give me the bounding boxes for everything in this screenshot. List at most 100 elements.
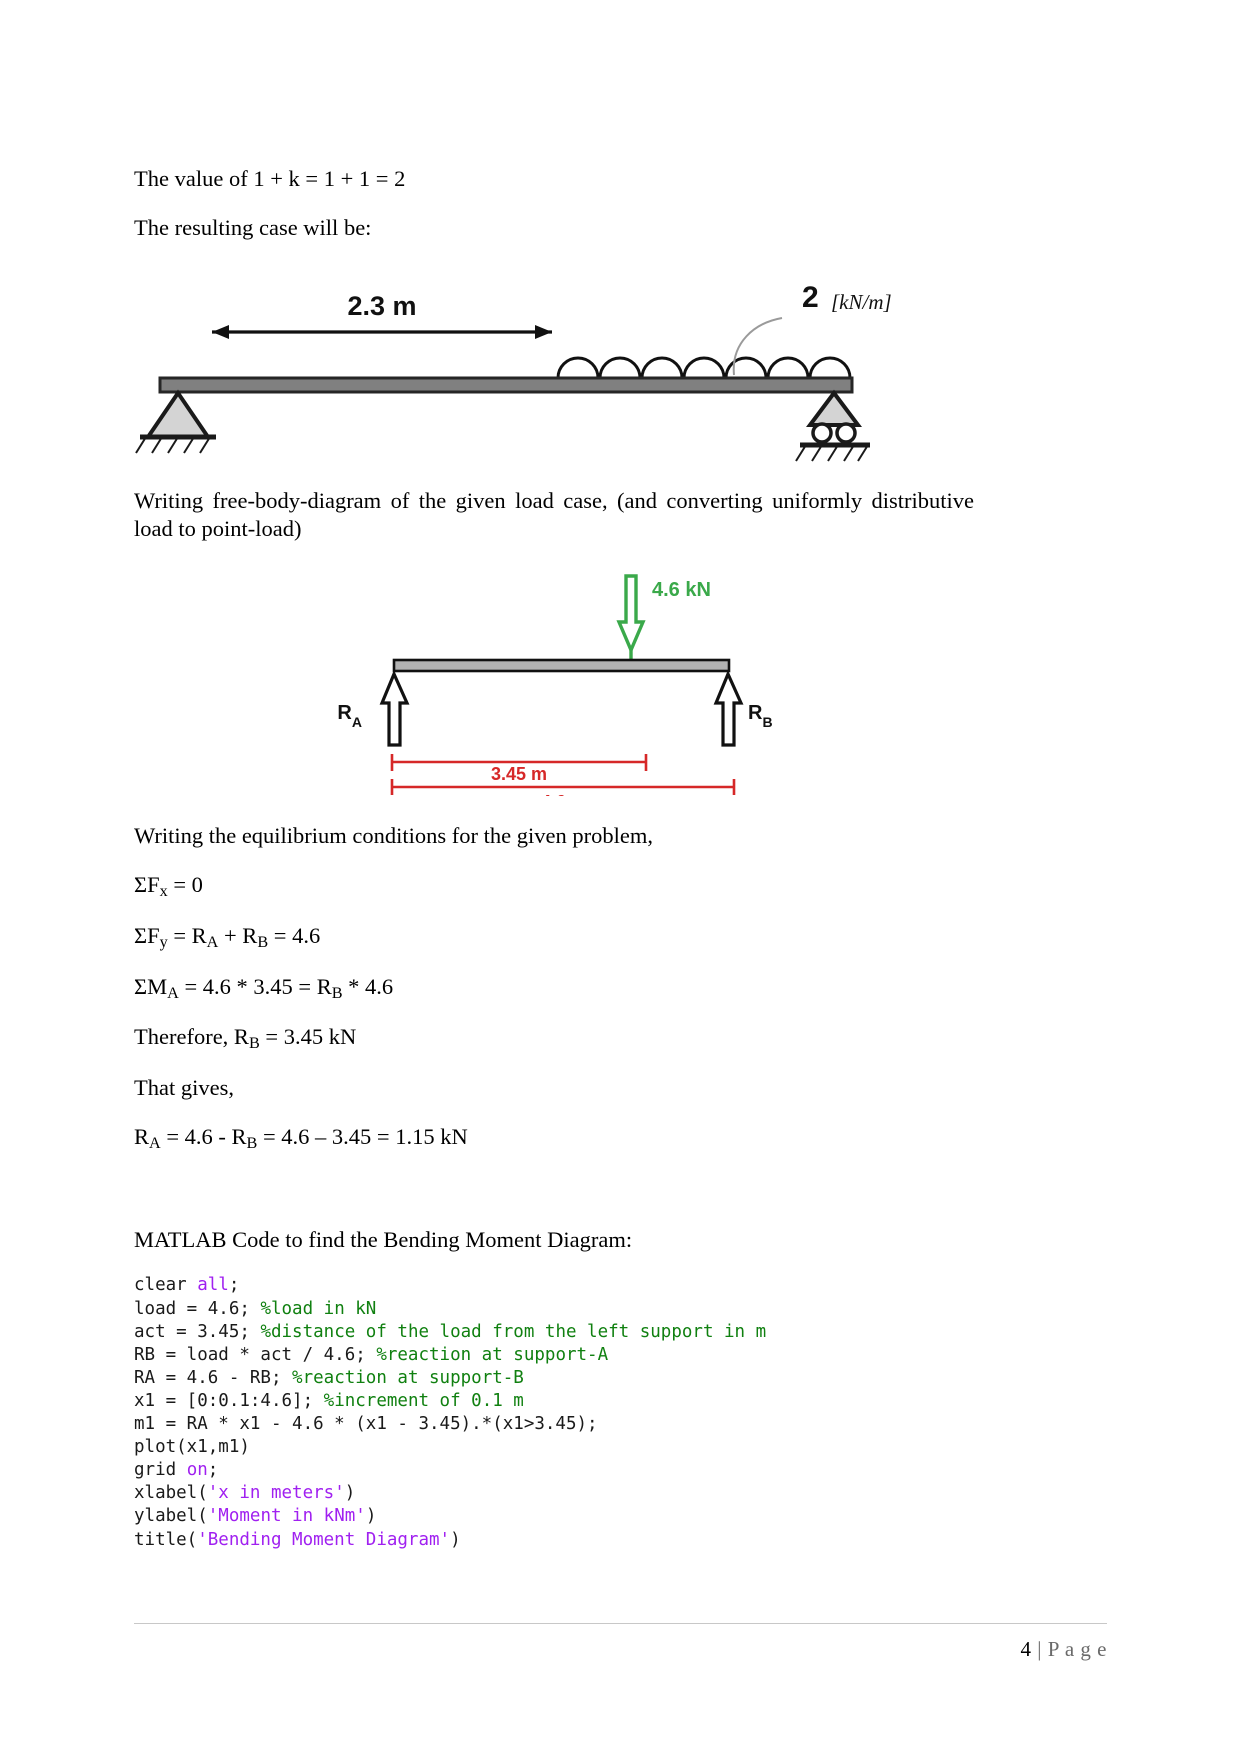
udl-arc-group <box>556 356 852 378</box>
document-page: The value of 1 + k = 1 + 1 = 2 The resul… <box>0 0 1241 1754</box>
eq-sum-ma-rest-b: * 4.6 <box>342 973 394 999</box>
eq-rb-pre: Therefore, R <box>134 1024 249 1050</box>
code-line: grid on; <box>134 1459 974 1482</box>
code-token: ylabel( <box>134 1506 208 1527</box>
figure-loaded-beam: 2.3 m 2 [kN/m] <box>134 265 974 465</box>
eq-sum-fx-sub: x <box>159 882 168 901</box>
paragraph-that-gives: That gives, <box>134 1075 234 1101</box>
code-token: act = 3.45; <box>134 1321 261 1342</box>
code-line: title('Bending Moment Diagram') <box>134 1529 974 1552</box>
code-token: ; <box>207 1460 219 1481</box>
code-token: grid <box>134 1460 187 1481</box>
code-token: x1 = [0:0.1:4.6]; <box>134 1390 324 1411</box>
code-token: ) <box>450 1529 461 1550</box>
eq-ra-sub-a: A <box>149 1133 161 1152</box>
code-token: %reaction at support-A <box>376 1344 609 1365</box>
eq-rb-post: = 3.45 kN <box>259 1024 357 1050</box>
code-line: ylabel('Moment in kNm') <box>134 1505 974 1528</box>
code-line: clear all; <box>134 1274 974 1297</box>
code-token: 'Moment in kNm' <box>207 1506 366 1527</box>
load-leader-line <box>732 316 783 375</box>
code-token: m1 = RA * x1 - 4.6 * (x1 - 3.45).*(x1>3.… <box>134 1414 598 1435</box>
eq-ra-pre: R <box>134 1123 150 1149</box>
eq-sum-fy-rest-a: = R <box>167 922 207 948</box>
code-token: ) <box>344 1483 356 1504</box>
equation-therefore-rb: Therefore, RB = 3.45 kN <box>134 1023 974 1054</box>
code-line: RA = 4.6 - RB; %reaction at support-B <box>134 1367 974 1390</box>
eq-sum-fy-rest-b: + R <box>218 922 258 948</box>
code-token: %load in kN <box>260 1298 377 1319</box>
paragraph-value-of-k: The value of 1 + k = 1 + 1 = 2 <box>134 166 406 191</box>
fbd-svg: 4.6 kN RA RB 3.45 m <box>337 574 773 796</box>
load-units-label: [kN/m] <box>831 290 892 314</box>
dimension-4-6m-label: 4.6 m <box>541 792 587 796</box>
eq-sum-fy-sub: y <box>159 932 168 951</box>
eq-sum-ma-rest-a: = 4.6 * 3.45 = R <box>178 973 332 999</box>
eq-sum-fy-sub-b: B <box>257 932 269 951</box>
code-token: ; <box>228 1275 240 1296</box>
equation-sum-fx: ΣFx = 0 <box>134 871 974 902</box>
reaction-a-label: RA <box>337 702 362 730</box>
code-token: load = 4.6; <box>134 1298 261 1319</box>
matlab-code-block: clear all; load = 4.6; %load in kN act = 3… <box>134 1274 974 1551</box>
eq-sum-fx-sigma: ΣF <box>134 871 160 897</box>
load-magnitude-label: 2 <box>802 281 819 314</box>
code-token: 'Bending Moment Diagram' <box>197 1529 451 1550</box>
equation-sum-ma: ΣMA = 4.6 * 3.45 = RB * 4.6 <box>134 973 974 1004</box>
code-line: m1 = RA * x1 - 4.6 * (x1 - 3.45).*(x1>3.… <box>134 1413 974 1436</box>
reaction-b-arrow <box>713 670 744 747</box>
fbd-beam-bar <box>392 658 731 673</box>
code-line: act = 3.45; %distance of the load from t… <box>134 1321 974 1344</box>
dimension-label-2-3m: 2.3 m <box>347 291 416 321</box>
code-token: clear <box>134 1275 198 1296</box>
eq-sum-ma-sub-a: B <box>331 983 343 1002</box>
eq-sum-fy-sub-a: A <box>206 932 219 951</box>
reaction-b-label: RB <box>748 702 773 730</box>
code-token: all <box>197 1275 229 1296</box>
eq-sum-fx-rest: = 0 <box>167 871 203 897</box>
code-line: x1 = [0:0.1:4.6]; %increment of 0.1 m <box>134 1390 974 1413</box>
code-token: %reaction at support-B <box>292 1367 524 1388</box>
eq-sum-ma-sub: A <box>167 983 179 1002</box>
code-line: load = 4.6; %load in kN <box>134 1298 974 1321</box>
code-token: on <box>186 1460 208 1481</box>
point-load-label: 4.6 kN <box>652 579 711 601</box>
eq-ra-mid: = 4.6 - R <box>160 1123 247 1149</box>
code-token: RB = load * act / 4.6; <box>134 1344 377 1365</box>
equation-ra-result: RA = 4.6 - RB = 4.6 – 3.45 = 1.15 kN <box>134 1123 974 1154</box>
code-token: %distance of the load from the left supp… <box>260 1321 767 1342</box>
pin-support-left <box>135 389 216 454</box>
reaction-a-arrow <box>379 670 410 747</box>
eq-ra-sub-b: B <box>246 1133 258 1152</box>
point-load-arrow <box>616 574 646 665</box>
eq-sum-fy-sigma: ΣF <box>134 922 160 948</box>
code-token: RA = 4.6 - RB; <box>134 1367 293 1388</box>
paragraph-resulting-case: The resulting case will be: <box>134 214 372 240</box>
page-content: The value of 1 + k = 1 + 1 = 2 The resul… <box>134 165 974 1552</box>
dimension-arrow-2-3m <box>212 324 552 339</box>
eq-ra-post: = 4.6 – 3.45 = 1.15 kN <box>257 1123 468 1149</box>
eq-sum-fy-rest-c: = 4.6 <box>268 922 321 948</box>
code-line: plot(x1,m1) <box>134 1436 974 1459</box>
code-token: xlabel( <box>134 1483 208 1504</box>
roller-support-right <box>795 389 870 462</box>
paragraph-matlab-heading: MATLAB Code to find the Bending Moment D… <box>134 1226 633 1252</box>
code-token: title( <box>134 1529 198 1550</box>
code-token: %increment of 0.1 m <box>323 1390 524 1411</box>
paragraph-fbd-intro: Writing free-body-diagram of the given l… <box>134 487 974 542</box>
code-line: RB = load * act / 4.6; %reaction at supp… <box>134 1344 974 1367</box>
footer-separator: | <box>1037 1637 1042 1661</box>
eq-sum-ma-sigma: ΣM <box>134 973 168 999</box>
footer-divider <box>134 1623 1107 1624</box>
figure-free-body-diagram: 4.6 kN RA RB 3.45 m <box>134 564 974 796</box>
equation-sum-fy: ΣFy = RA + RB = 4.6 <box>134 922 974 953</box>
code-token: plot(x1,m1) <box>134 1437 250 1458</box>
footer-page-word: P a g e <box>1047 1637 1107 1661</box>
code-token: 'x in meters' <box>207 1483 345 1504</box>
beam-bar <box>158 376 854 394</box>
dimension-3-45m-label: 3.45 m <box>491 764 547 784</box>
loaded-beam-svg: 2.3 m 2 [kN/m] <box>135 281 892 462</box>
footer-page-number: 4 <box>1020 1637 1032 1661</box>
eq-rb-sub: B <box>248 1034 260 1053</box>
